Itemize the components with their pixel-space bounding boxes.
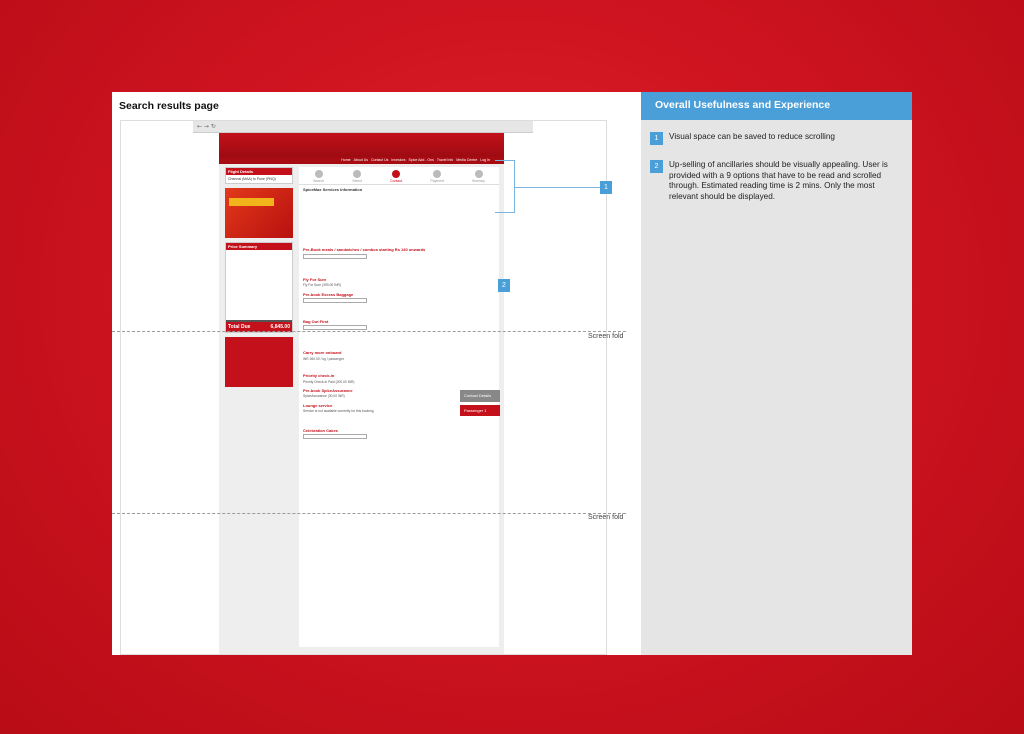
bag-first-select[interactable]	[303, 325, 367, 331]
addon-celebration-cakes: Celebration Cakes	[299, 426, 499, 441]
finding-number-2: 2	[650, 160, 663, 173]
nav-investors[interactable]: Investors	[391, 157, 405, 164]
screen-fold-label-2: Screen fold	[588, 514, 624, 521]
search-results-board: Search results page ← → ↻ Home About Us …	[112, 92, 641, 655]
nav-contact[interactable]: Contact Us	[371, 157, 388, 164]
step-contact: Contact	[390, 170, 402, 184]
nav-about[interactable]: About Us	[354, 157, 368, 164]
addon-priority-checkin: Priority check-in Priority Check-in Paid …	[303, 373, 355, 384]
finding-text-1: Visual space can be saved to reduce scro…	[669, 132, 835, 141]
screen-fold-label-1: Screen fold	[588, 333, 624, 340]
flight-details-heading: Flight Details	[226, 168, 292, 175]
passenger-select[interactable]	[303, 434, 367, 440]
finding-text-2: Up-selling of ancillaries should be visu…	[669, 160, 888, 201]
addon-flyforsure: Fly For Sure Fly For Sure (399.00 INR)	[303, 276, 341, 288]
price-summary-heading: Price Summary	[226, 243, 292, 250]
nav-login[interactable]: Log In	[480, 157, 490, 164]
total-due-value: 6,845.00	[270, 324, 290, 330]
nav-travel[interactable]: Travel Info	[437, 157, 453, 164]
nav-home[interactable]: Home	[341, 157, 350, 164]
total-due-label: Total Due	[228, 324, 251, 330]
promo-banner[interactable]	[225, 188, 293, 238]
board-title: Search results page	[119, 100, 219, 112]
finding-item-2: 2 Up-selling of ancillaries should be vi…	[650, 160, 899, 202]
callout-2: 2	[498, 279, 510, 292]
site-header	[219, 133, 504, 157]
booking-steps: Search Select Contact Payment Itinerary	[299, 167, 499, 185]
services-header: SpiceMax Services Information	[303, 187, 363, 192]
nav-addons[interactable]: Spice Add - Ons	[409, 157, 434, 164]
finding-item-1: 1 Visual space can be saved to reduce sc…	[650, 132, 899, 145]
browser-screenshot: ← → ↻ Home About Us Contact Us Investors…	[120, 120, 607, 655]
main-column: Search Select Contact Payment Itinerary …	[299, 167, 500, 647]
site-nav: Home About Us Contact Us Investors Spice…	[219, 157, 504, 164]
addon-excess-baggage: Pre-book Excess Baggage	[299, 290, 499, 305]
myflexiplus-ad[interactable]	[225, 337, 293, 387]
callout-1-bracket	[495, 160, 515, 213]
spicejet-page: Home About Us Contact Us Investors Spice…	[219, 133, 504, 654]
browser-toolbar: ← → ↻	[193, 121, 533, 133]
step-select: Select	[352, 170, 362, 184]
meals-select[interactable]	[303, 253, 367, 259]
finding-number-1: 1	[650, 132, 663, 145]
nav-media[interactable]: Media Centre	[456, 157, 477, 164]
step-payment: Payment	[430, 170, 444, 184]
route-text: Chennai (MAA) to Pune (PNQ)	[228, 177, 276, 181]
step-itinerary: Itinerary	[472, 170, 485, 184]
step-search: Search	[313, 170, 324, 184]
left-column: Flight Details Chennai (MAA) to Pune (PN…	[225, 167, 293, 387]
price-lines	[226, 250, 292, 320]
panel-title: Overall Usefulness and Experience	[641, 92, 912, 120]
callout-1-line	[515, 187, 600, 188]
baggage-select[interactable]	[303, 298, 367, 303]
contact-details-tab[interactable]: Contact Details	[460, 390, 500, 402]
passenger-tab[interactable]: Passenger 1	[460, 405, 500, 416]
screen-fold-line-2	[112, 513, 626, 514]
screen-fold-line-1	[112, 331, 626, 332]
callout-1: 1	[600, 181, 612, 194]
price-summary-box: Price Summary Total Due 6,845.00	[225, 242, 293, 333]
addon-meals: Pre-Book meals / sandwiches / combos sta…	[299, 245, 499, 260]
addon-carry-more: Carry more onboard INR 260.00 / kg / pass…	[303, 350, 345, 361]
flight-details-box: Flight Details Chennai (MAA) to Pune (PN…	[225, 167, 293, 184]
usefulness-panel: Overall Usefulness and Experience 1 Visu…	[641, 92, 912, 655]
